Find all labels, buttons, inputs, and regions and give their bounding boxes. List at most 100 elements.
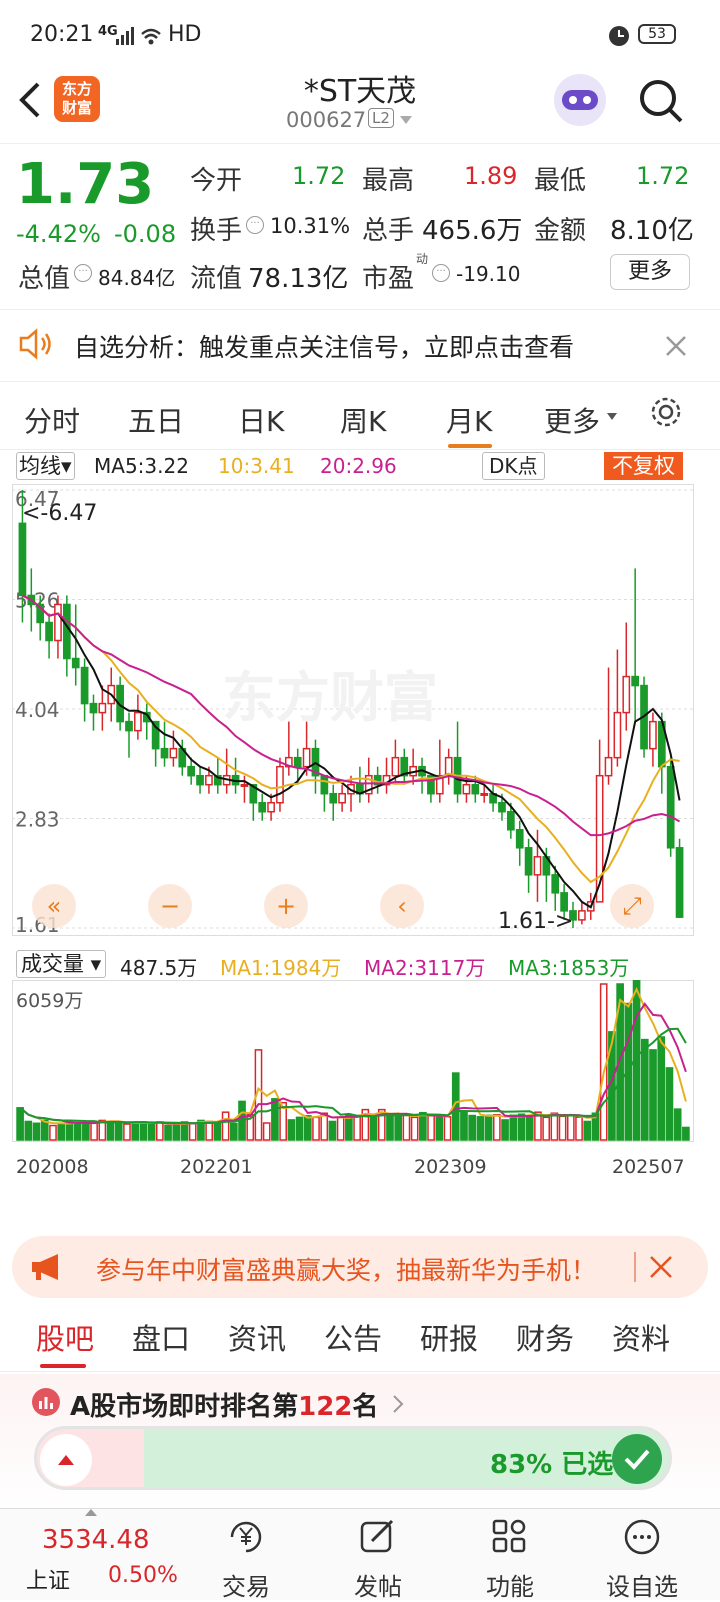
dropdown-icon[interactable]: [606, 412, 618, 422]
dropdown-icon[interactable]: [398, 114, 414, 126]
high-value: 1.89: [464, 162, 518, 190]
volume-bar: [649, 1049, 657, 1141]
volume-bar: [353, 1115, 361, 1141]
tab-finance[interactable]: 财务: [516, 1316, 574, 1358]
volume-bar: [123, 1123, 131, 1141]
candle-body: [169, 747, 178, 759]
float-cap-value: 78.13亿: [248, 264, 349, 294]
index-value[interactable]: 3534.48: [42, 1525, 150, 1555]
stock-header: 东方 财富 *ST天茂 000627 L2: [0, 66, 720, 144]
more-button[interactable]: 更多: [610, 254, 690, 290]
vol-ma3-line: [19, 1027, 687, 1125]
promo-banner[interactable]: 参与年中财富盛典赢大奖，抽最新华为手机！: [12, 1236, 708, 1298]
robot-assistant-icon[interactable]: [552, 72, 608, 128]
tab-news[interactable]: 资讯: [228, 1316, 286, 1358]
volume-bar: [82, 1122, 90, 1141]
tab-announcements[interactable]: 公告: [324, 1316, 382, 1358]
volume-bar: [229, 1122, 238, 1141]
volume-bar: [328, 1120, 337, 1141]
close-icon[interactable]: [648, 1254, 674, 1280]
nav-trade[interactable]: 交易: [196, 1517, 296, 1602]
promo-text: 参与年中财富盛典赢大奖，抽最新华为手机！: [96, 1256, 597, 1285]
ranking-card[interactable]: A股市场即时排名第122名 83% 已选: [0, 1374, 720, 1514]
volume-bar: [271, 1098, 279, 1141]
kline-chart-area: 均线▾ MA5:3.22 10:3.41 20:2.96 DK点 不复权 6.4…: [0, 452, 720, 1212]
dk-point-button[interactable]: DK点: [482, 452, 545, 480]
analysis-notice[interactable]: 自选分析：触发重点关注信号，立即点击查看: [0, 312, 720, 382]
date-label: 202008: [16, 1156, 89, 1178]
close-icon[interactable]: [664, 334, 688, 358]
turnover-value: 10.31%: [270, 214, 351, 238]
volume-bar: [427, 1115, 435, 1141]
volume-bar: [682, 1126, 690, 1141]
tab-daily-k[interactable]: 日K: [238, 400, 284, 440]
volume-bar: [295, 1116, 304, 1141]
index-change: 0.50%: [108, 1563, 178, 1588]
info-icon[interactable]: ···: [246, 216, 264, 234]
ma-selector[interactable]: 均线▾: [16, 452, 75, 480]
volume-legend: 487.5万: [120, 956, 198, 980]
tab-more[interactable]: 更多: [544, 400, 600, 440]
check-icon[interactable]: [612, 1434, 662, 1484]
chart-control-glyph: +: [276, 892, 296, 920]
info-icon[interactable]: ···: [432, 264, 450, 282]
nav-post[interactable]: 发帖: [328, 1517, 428, 1602]
volume-bar: [73, 1121, 82, 1141]
volume-label: 总手: [362, 216, 415, 246]
ranking-chart-icon: [32, 1388, 60, 1416]
volume-max-label: 6059万: [16, 990, 84, 1012]
candle-body: [320, 774, 329, 795]
last-price: 1.73: [16, 152, 155, 217]
active-tab-indicator: [448, 444, 492, 448]
chevron-right-icon: [393, 1395, 404, 1413]
notice-text: 自选分析：触发重点关注信号，立即点击查看: [74, 333, 575, 362]
candle-body: [506, 810, 515, 831]
up-button[interactable]: [40, 1434, 92, 1486]
candle-body: [62, 603, 71, 660]
status-bar: 20:21 4G HD 53: [0, 0, 720, 66]
volume-bar: [303, 1115, 312, 1141]
level2-badge[interactable]: L2: [368, 108, 394, 128]
tab-weekly-k[interactable]: 周K: [340, 400, 386, 440]
candle-body: [125, 720, 133, 732]
volume-bar: [493, 1114, 501, 1141]
volume-selector[interactable]: 成交量 ▾: [16, 950, 107, 978]
tab-monthly-k[interactable]: 月K: [446, 400, 492, 440]
content-tabs: 股吧 盘口 资讯 公告 研报 财务 资料: [0, 1300, 720, 1372]
tab-guba[interactable]: 股吧: [36, 1316, 94, 1358]
price-axis-label: 2.83: [15, 808, 60, 832]
candle-body: [462, 783, 471, 795]
volume-bar: [24, 1120, 33, 1141]
price-axis-label: 4.04: [15, 698, 60, 722]
candle-body: [391, 756, 400, 777]
volume-chart[interactable]: [12, 980, 694, 1142]
pe-dynamic-sup: 动: [416, 252, 429, 266]
candle-body: [205, 774, 213, 786]
candle-body: [45, 621, 53, 642]
max-price-note: <-6.47: [22, 501, 97, 526]
tab-five-day[interactable]: 五日: [128, 400, 184, 440]
volume-bar: [468, 1114, 477, 1141]
ma10-legend: 10:3.41: [218, 454, 295, 478]
tab-order-book[interactable]: 盘口: [132, 1316, 190, 1358]
candle-body: [71, 657, 80, 669]
nav-functions[interactable]: 功能: [460, 1517, 560, 1602]
tab-profile[interactable]: 资料: [612, 1316, 670, 1358]
tab-intraday[interactable]: 分时: [24, 400, 80, 440]
volume-bar: [558, 1115, 567, 1141]
candle-body: [196, 774, 204, 786]
info-icon[interactable]: ···: [74, 264, 92, 282]
volume-bar: [583, 1120, 592, 1141]
tab-research[interactable]: 研报: [420, 1316, 478, 1358]
nav-add-watchlist[interactable]: 设自选: [592, 1517, 692, 1602]
volume-bar: [312, 1116, 320, 1141]
chart-control-glyph: «: [47, 892, 62, 920]
date-label: 202201: [180, 1156, 253, 1178]
search-icon[interactable]: [636, 76, 686, 126]
adjust-mode-button[interactable]: 不复权: [604, 452, 683, 480]
ranking-text: A股市场即时排名第122名: [70, 1392, 379, 1422]
settings-gear-icon[interactable]: [648, 394, 684, 430]
candle-body: [604, 756, 613, 777]
open-value: 1.72: [292, 162, 346, 190]
candlestick-chart[interactable]: 6.475.264.042.831.61东方财富<-6.471.61->« − + ‹…: [12, 484, 694, 936]
